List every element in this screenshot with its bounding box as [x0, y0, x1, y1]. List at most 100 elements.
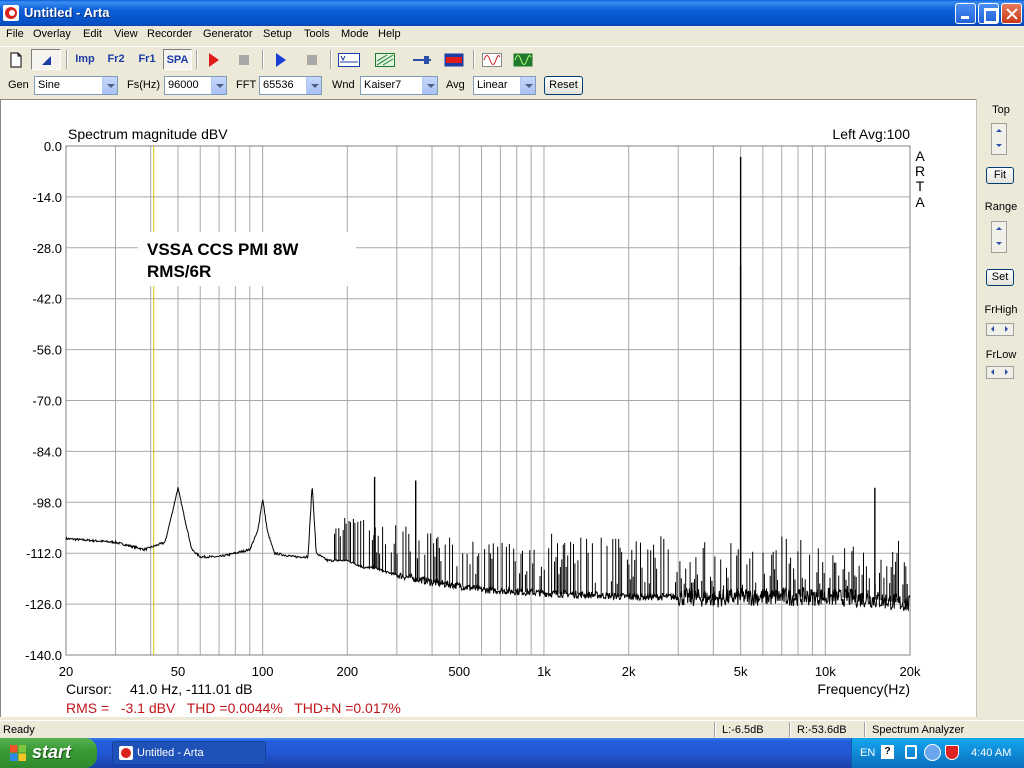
title-bar[interactable]: Untitled - Arta: [0, 0, 1024, 26]
level-meter-button[interactable]: [442, 49, 466, 70]
x-tick-label: 5k: [734, 664, 748, 679]
arta-app-icon[interactable]: [3, 5, 19, 21]
y-tick-label: -98.0: [32, 495, 62, 510]
avg-select[interactable]: Linear: [473, 76, 536, 95]
back-arrow-icon[interactable]: [924, 744, 941, 761]
stop-record-button[interactable]: [233, 49, 255, 70]
fit-button[interactable]: Fit: [986, 167, 1014, 184]
y-tick-label: -56.0: [32, 343, 62, 358]
cursor-mode-button[interactable]: [31, 49, 61, 70]
menu-setup[interactable]: Setup: [263, 28, 292, 40]
windows-flag-icon: [10, 745, 26, 761]
y-tick-label: -112.0: [26, 546, 62, 561]
slider-icon: [413, 56, 431, 64]
y-tick-label: -28.0: [32, 241, 62, 256]
fr2-mode-button[interactable]: Fr2: [102, 49, 130, 70]
toolbar: Imp Fr2 Fr1 SPA: [0, 46, 1024, 72]
language-indicator[interactable]: EN: [860, 747, 875, 759]
level-meter-icon: [444, 53, 464, 67]
spectrum-chart[interactable]: 0.0 -14.0 -28.0 -42.0 -56.0 -70.0 -84.0 -98.0 -1…: [0, 99, 976, 717]
cursor-icon: [42, 56, 51, 65]
scope-button[interactable]: [511, 49, 535, 70]
fft-select[interactable]: 65536: [259, 76, 322, 95]
wnd-select[interactable]: Kaiser7: [360, 76, 438, 95]
clock[interactable]: 4:40 AM: [971, 747, 1011, 759]
restore-button[interactable]: [978, 3, 999, 24]
avg-value: Linear: [477, 79, 508, 91]
arrow-up-icon[interactable]: [992, 124, 1006, 139]
annotation-button[interactable]: [337, 49, 361, 70]
x-tick-label: 50: [171, 664, 185, 679]
fr1-mode-button[interactable]: Fr1: [133, 49, 161, 70]
frlow-spinner[interactable]: [986, 366, 1014, 379]
reset-button[interactable]: Reset: [544, 76, 583, 95]
arrow-down-icon[interactable]: [992, 237, 1006, 252]
arrow-left-icon[interactable]: [987, 324, 1000, 335]
menu-mode[interactable]: Mode: [341, 28, 369, 40]
menu-file[interactable]: File: [6, 28, 24, 40]
chevron-down-icon[interactable]: [211, 77, 226, 94]
status-left-level: L:-6.5dB: [722, 724, 764, 736]
menu-view[interactable]: View: [114, 28, 138, 40]
menu-edit[interactable]: Edit: [83, 28, 102, 40]
phone-icon[interactable]: [905, 745, 917, 759]
security-shield-icon[interactable]: [945, 745, 959, 760]
menu-recorder[interactable]: Recorder: [147, 28, 192, 40]
record-button[interactable]: [203, 49, 225, 70]
record-icon: [209, 53, 219, 67]
gen-value: Sine: [38, 79, 61, 91]
arrow-left-icon[interactable]: [987, 367, 1000, 378]
start-label: start: [32, 742, 72, 762]
range-spinner[interactable]: [991, 221, 1007, 253]
close-button[interactable]: [1001, 3, 1022, 24]
x-tick-label: 1k: [537, 664, 551, 679]
annotation-line-1[interactable]: VSSA CCS PMI 8W: [147, 240, 299, 259]
frhigh-spinner[interactable]: [986, 323, 1014, 336]
chevron-down-icon[interactable]: [520, 77, 535, 94]
slider-settings-button[interactable]: [410, 49, 434, 70]
status-mode: Spectrum Analyzer: [872, 724, 965, 736]
taskbar: start Untitled - Arta EN ? 4:40 AM: [0, 738, 1024, 768]
help-icon[interactable]: ?: [881, 745, 894, 759]
arrow-down-icon[interactable]: [992, 139, 1006, 154]
x-tick-label: 200: [336, 664, 358, 679]
gen-label: Gen: [8, 79, 29, 91]
new-document-button[interactable]: [6, 49, 26, 70]
imp-mode-button[interactable]: Imp: [71, 49, 99, 70]
menu-overlay[interactable]: Overlay: [33, 28, 71, 40]
set-button[interactable]: Set: [986, 269, 1014, 286]
chevron-down-icon[interactable]: [102, 77, 117, 94]
arrow-right-icon[interactable]: [1000, 367, 1013, 378]
y-tick-label: -126.0: [25, 597, 62, 612]
menu-generator[interactable]: Generator: [203, 28, 253, 40]
menu-bar: File Overlay Edit View Recorder Generato…: [0, 26, 1024, 45]
annotation-line-2[interactable]: RMS/6R: [147, 262, 211, 281]
top-spinner[interactable]: [991, 123, 1007, 155]
arrow-up-icon[interactable]: [992, 222, 1006, 237]
taskbar-app-button[interactable]: Untitled - Arta: [112, 741, 266, 765]
parameter-bar: Gen Sine Fs(Hz) 96000 FFT 65536 Wnd Kais…: [0, 73, 1024, 97]
taskbar-app-label: Untitled - Arta: [137, 747, 204, 759]
chevron-down-icon[interactable]: [306, 77, 321, 94]
fs-select[interactable]: 96000: [164, 76, 227, 95]
menu-tools[interactable]: Tools: [304, 28, 330, 40]
y-tick-label: -42.0: [32, 292, 62, 307]
start-button[interactable]: start: [0, 738, 97, 768]
arta-app-icon: [119, 746, 133, 760]
arrow-right-icon[interactable]: [1000, 324, 1013, 335]
chevron-down-icon[interactable]: [422, 77, 437, 94]
spa-mode-button[interactable]: SPA: [163, 49, 192, 70]
x-tick-label: 20k: [900, 664, 921, 679]
y-tick-label: -84.0: [32, 444, 62, 459]
new-document-icon: [10, 52, 22, 68]
minimize-button[interactable]: [955, 3, 976, 24]
scope-icon: [513, 53, 533, 67]
play-button[interactable]: [270, 49, 292, 70]
generator-sine-button[interactable]: [480, 49, 504, 70]
menu-help[interactable]: Help: [378, 28, 401, 40]
gen-select[interactable]: Sine: [34, 76, 118, 95]
overlay-button[interactable]: [373, 49, 397, 70]
stop-play-button[interactable]: [301, 49, 323, 70]
x-tick-label: 500: [448, 664, 470, 679]
wnd-value: Kaiser7: [364, 79, 402, 91]
